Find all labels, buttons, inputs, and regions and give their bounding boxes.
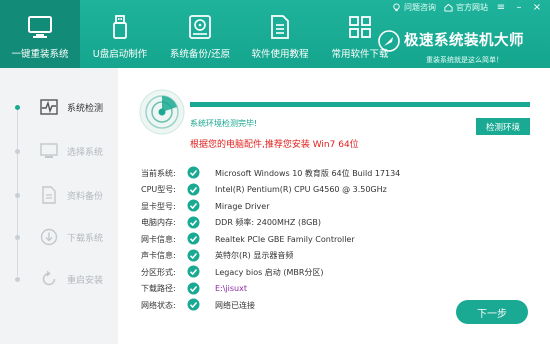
- menu-icon[interactable]: ≡: [496, 3, 506, 13]
- help-label: 问题咨询: [404, 3, 436, 12]
- bulb-icon: [393, 3, 400, 12]
- download-icon: [40, 228, 58, 246]
- step-dot: [15, 192, 20, 198]
- recommendation-text: 根据您的电脑配件,推荐您安装 Win7 64位: [190, 140, 359, 150]
- official-site-link[interactable]: 官方网站: [444, 2, 488, 13]
- main-panel: 系统环境检测完毕! 检测环境 根据您的电脑配件,推荐您安装 Win7 64位 当…: [118, 68, 550, 344]
- file-icon: [42, 186, 56, 204]
- pulse-icon: [40, 99, 58, 115]
- nav-item-usb-boot[interactable]: U盘启动制作: [80, 0, 160, 68]
- scan-progress-fill: [190, 102, 530, 107]
- info-label: 分区形式:: [141, 267, 176, 277]
- home-icon: [444, 3, 453, 12]
- step-label: 重启安装: [67, 275, 104, 286]
- check-icon: [187, 216, 200, 228]
- scan-progress-bar: [190, 102, 530, 107]
- nav-item-label: 软件使用教程: [251, 49, 309, 60]
- nav-item-tutorial[interactable]: 软件使用教程: [240, 0, 320, 68]
- restart-icon: [42, 270, 56, 286]
- info-value: Legacy bios 启动 (MBR分区): [215, 267, 324, 277]
- brand-name: 极速系统装机大师: [404, 33, 524, 49]
- top-utility-bar: 问题咨询 官方网站 ≡ – ×: [392, 2, 542, 13]
- step-label: 资料备份: [67, 191, 104, 202]
- check-icon: [187, 183, 200, 195]
- info-label: 电脑内存:: [141, 218, 176, 227]
- disk-backup-icon: [189, 15, 211, 39]
- step-select-system[interactable]: 选择系统: [0, 134, 118, 168]
- next-step-button[interactable]: 下一步: [456, 300, 528, 324]
- minimize-icon[interactable]: –: [514, 3, 524, 13]
- nav-item-label: 一键重装系统: [11, 49, 69, 60]
- info-label: 下载路径:: [141, 284, 176, 293]
- info-value: Intel(R) Pentium(R) CPU G4560 @ 3.50GHz: [215, 185, 387, 194]
- nav-item-label: U盘启动制作: [92, 49, 148, 60]
- scan-status-message: 系统环境检测完毕!: [190, 119, 258, 128]
- info-value: Mirage Driver: [215, 201, 270, 211]
- nav-item-backup-restore[interactable]: 系统备份/还原: [160, 0, 240, 68]
- document-icon: [271, 15, 289, 39]
- main-nav: 一键重装系统 U盘启动制作 系统备份/还原 软件使用教程 常用软件下载: [0, 0, 400, 68]
- step-data-backup[interactable]: 资料备份: [0, 178, 118, 212]
- usb-icon: [113, 15, 127, 39]
- help-link[interactable]: 问题咨询: [392, 2, 436, 13]
- info-value: Realtek PCIe GBE Family Controller: [215, 234, 355, 244]
- step-system-check[interactable]: 系统检测: [0, 90, 118, 124]
- info-value: Microsoft Windows 10 教育版 64位 Build 17134: [215, 168, 401, 178]
- download-path-value: E:\jisuxt: [215, 284, 247, 293]
- rocket-logo-icon: [378, 30, 400, 52]
- info-label: CPU型号:: [141, 185, 176, 194]
- apps-grid-icon: [349, 16, 371, 38]
- check-icon: [187, 249, 200, 261]
- info-label: 当前系统:: [141, 168, 176, 178]
- radar-scan-icon: [139, 89, 185, 135]
- info-label: 声卡信息:: [141, 251, 176, 260]
- step-label: 系统检测: [67, 103, 104, 114]
- check-icon: [187, 265, 200, 278]
- step-dot: [15, 276, 20, 282]
- check-icon: [187, 166, 200, 179]
- nav-item-one-click-reinstall[interactable]: 一键重装系统: [0, 0, 80, 68]
- monitor-icon: [28, 16, 52, 38]
- info-value: 网络已连接: [215, 300, 255, 310]
- detect-environment-button[interactable]: 检测环境: [476, 118, 530, 135]
- close-icon[interactable]: ×: [532, 3, 542, 13]
- step-label: 选择系统: [67, 147, 104, 158]
- header-bar: 一键重装系统 U盘启动制作 系统备份/还原 软件使用教程 常用软件下载 问题咨询…: [0, 0, 550, 68]
- step-dot: [15, 148, 20, 154]
- step-label: 下载系统: [67, 233, 104, 244]
- nav-item-label: 系统备份/还原: [169, 49, 231, 60]
- official-site-label: 官方网站: [456, 3, 488, 12]
- steps-sidebar: 系统检测 选择系统 资料备份 下载系统 重启安装: [0, 68, 118, 344]
- monitor-icon: [40, 143, 58, 158]
- step-restart-install[interactable]: 重启安装: [0, 262, 118, 296]
- check-icon: [187, 298, 200, 311]
- check-icon: [187, 199, 200, 212]
- step-dot: [15, 234, 20, 240]
- info-label: 网络状态:: [141, 300, 176, 310]
- info-value: DDR 频率: 2400MHZ (8GB): [215, 218, 321, 227]
- info-label: 显卡型号:: [141, 201, 176, 211]
- info-label: 网卡信息:: [141, 234, 176, 244]
- check-icon: [187, 282, 200, 294]
- step-download-system[interactable]: 下载系统: [0, 220, 118, 254]
- step-dot: [15, 104, 20, 110]
- info-value: 英特尔(R) 显示器音频: [215, 251, 294, 260]
- check-icon: [187, 232, 200, 245]
- brand-slogan: 重装系统就是这么简单！: [426, 56, 503, 64]
